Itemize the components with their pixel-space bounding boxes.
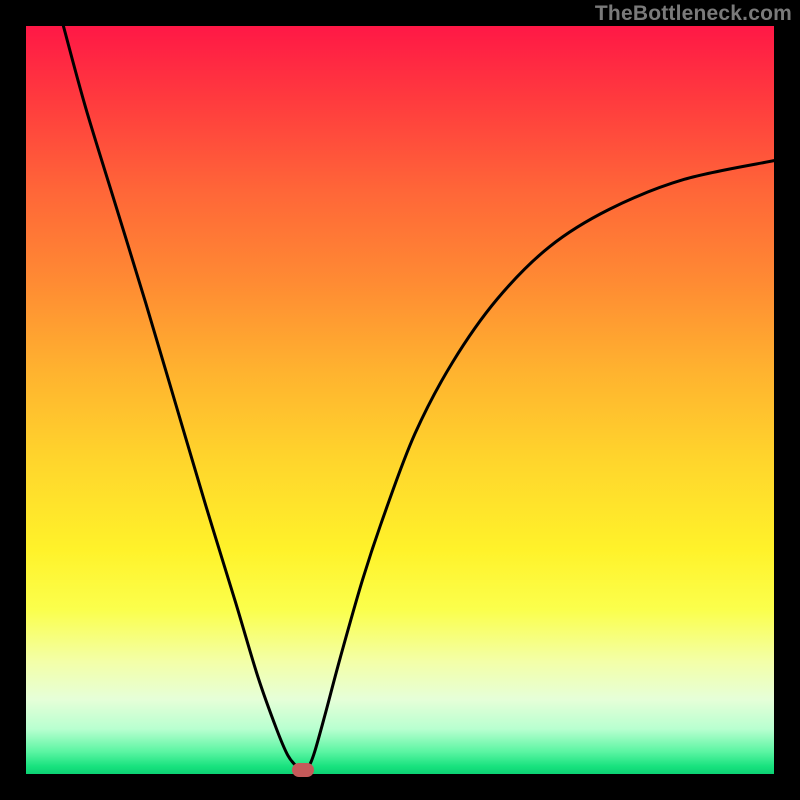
bottleneck-curve	[63, 26, 774, 770]
chart-svg	[26, 26, 774, 774]
watermark-text: TheBottleneck.com	[595, 2, 792, 26]
chart-frame	[26, 26, 774, 774]
match-point-marker	[292, 763, 314, 777]
